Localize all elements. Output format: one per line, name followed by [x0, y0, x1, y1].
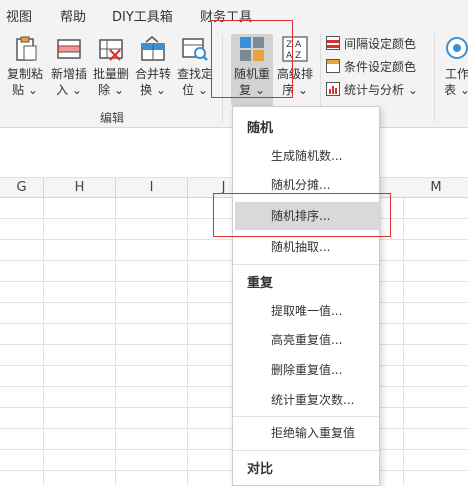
- merge-convert-button[interactable]: 合并转 换 ⌄: [132, 34, 174, 98]
- column-header-m[interactable]: M: [404, 178, 468, 198]
- menu-item-delete-duplicates[interactable]: 删除重复值...: [235, 356, 379, 384]
- tab-help[interactable]: 帮助: [60, 6, 86, 25]
- insert-label-1: 新增插: [50, 67, 87, 81]
- menu-separator: [233, 416, 379, 417]
- find-locate-label-2: 位 ⌄: [182, 83, 208, 97]
- batch-delete-button[interactable]: 批量删 除 ⌄: [90, 34, 132, 98]
- batch-delete-label-1: 批量删: [92, 67, 129, 81]
- stats-analysis-button[interactable]: 统计与分析 ⌄: [326, 80, 418, 100]
- menu-item-count-duplicates[interactable]: 统计重复次数...: [235, 386, 379, 414]
- stats-icon: [326, 82, 340, 96]
- copy-paste-label-1: 复制粘: [6, 67, 43, 81]
- grid-column-line: [115, 198, 116, 486]
- merge-convert-label-1: 合并转: [134, 67, 171, 81]
- menu-header-compare: 对比: [247, 462, 274, 477]
- menu-header-duplicate: 重复: [247, 276, 274, 291]
- insert-rows-icon: [54, 34, 84, 64]
- menu-separator: [233, 450, 379, 451]
- grid-column-line: [187, 198, 188, 486]
- find-locate-label-1: 查找定: [176, 67, 213, 81]
- find-locate-button[interactable]: 查找定 位 ⌄: [174, 34, 216, 98]
- random-duplicate-dropdown: 随机 生成随机数... 随机分摊... 随机排序... 随机抽取... 重复 提…: [232, 106, 380, 486]
- menu-item-generate-random[interactable]: 生成随机数...: [235, 142, 379, 170]
- tab-diy-toolbox[interactable]: DIY工具箱: [112, 6, 173, 25]
- menu-separator: [233, 264, 379, 265]
- copy-paste-label-2: 贴 ⌄: [12, 83, 38, 97]
- condition-color-button[interactable]: 条件设定颜色: [326, 57, 416, 77]
- insert-button[interactable]: 新增插 入 ⌄: [48, 34, 90, 98]
- column-header-h[interactable]: H: [44, 178, 116, 198]
- column-header-g[interactable]: G: [0, 178, 44, 198]
- worksheet-label-2: 表 ⌄: [444, 83, 468, 97]
- menu-item-random-sample[interactable]: 随机抽取...: [235, 233, 379, 261]
- grid-column-line: [43, 198, 44, 486]
- annotation-box-menu-item: [213, 193, 391, 237]
- grid-column-line: [403, 198, 404, 486]
- find-icon: [180, 34, 210, 64]
- interval-color-icon: [326, 36, 340, 50]
- batch-delete-label-2: 除 ⌄: [98, 83, 124, 97]
- ribbon-separator-3: [434, 34, 435, 122]
- menu-item-extract-unique[interactable]: 提取唯一值...: [235, 297, 379, 325]
- merge-convert-label-2: 换 ⌄: [140, 83, 166, 97]
- annotation-box-ribbon: [211, 20, 293, 98]
- worksheet-label-1: 工作: [444, 67, 468, 81]
- menu-item-highlight-duplicates[interactable]: 高亮重复值...: [235, 326, 379, 354]
- condition-color-label: 条件设定颜色: [344, 60, 417, 74]
- merge-icon: [138, 34, 168, 64]
- delete-grid-icon: [96, 34, 126, 64]
- clipboard-icon: [10, 34, 40, 64]
- worksheet-icon: [442, 34, 468, 64]
- menu-item-reject-duplicate-input[interactable]: 拒绝输入重复值: [235, 419, 379, 447]
- menu-header-random: 随机: [247, 121, 274, 136]
- edit-group-label: 编辑: [100, 111, 125, 125]
- copy-paste-button[interactable]: 复制粘 贴 ⌄: [4, 34, 46, 98]
- stats-analysis-label: 统计与分析 ⌄: [344, 83, 418, 97]
- interval-color-button[interactable]: 间隔设定颜色: [326, 34, 416, 54]
- tab-view[interactable]: 视图: [6, 6, 32, 25]
- column-header-i[interactable]: I: [116, 178, 188, 198]
- insert-label-2: 入 ⌄: [56, 83, 82, 97]
- interval-color-label: 间隔设定颜色: [344, 37, 417, 51]
- condition-color-icon: [326, 59, 340, 73]
- worksheet-button[interactable]: 工作 表 ⌄: [440, 34, 468, 98]
